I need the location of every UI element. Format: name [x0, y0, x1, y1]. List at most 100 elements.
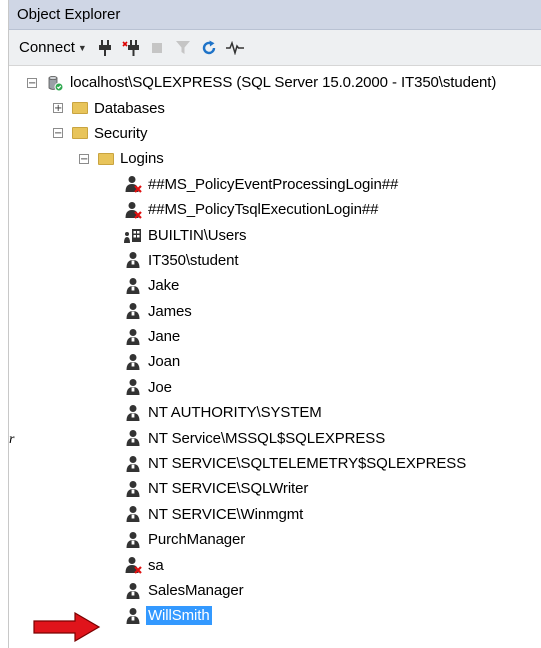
- login-label: ##MS_PolicyTsqlExecutionLogin##: [148, 201, 379, 219]
- tree-node-server[interactable]: − localhost\SQLEXPRESS (SQL Server 15.0.…: [9, 70, 541, 95]
- tree-node-security[interactable]: − Security: [9, 121, 541, 146]
- login-label: SalesManager: [148, 582, 244, 599]
- chevron-down-icon: ▼: [77, 42, 87, 53]
- login-label: IT350\student: [148, 251, 239, 269]
- filter-icon[interactable]: [171, 37, 195, 59]
- connect-plug-icon[interactable]: [93, 37, 117, 59]
- login-icon: [124, 302, 142, 320]
- login-label: Jake: [148, 277, 180, 295]
- login-label: sa: [148, 556, 164, 574]
- windows-group-login-icon: [124, 226, 142, 244]
- folder-icon: [72, 102, 88, 115]
- activity-monitor-icon[interactable]: [223, 37, 247, 59]
- databases-label: Databases: [94, 99, 165, 117]
- login-label: ##MS_PolicyEventProcessingLogin##: [148, 175, 399, 193]
- login-item[interactable]: sa: [9, 552, 541, 577]
- connect-button[interactable]: Connect ▼: [15, 37, 91, 58]
- login-icon: [124, 455, 142, 473]
- collapse-toggle-icon[interactable]: −: [53, 128, 63, 139]
- object-explorer-panel: Object Explorer Connect ▼ − localhost\SQ…: [8, 0, 541, 648]
- login-icon: [124, 328, 142, 346]
- login-label: NT SERVICE\SQLWriter: [148, 480, 309, 498]
- login-item[interactable]: Joe: [9, 375, 541, 400]
- login-icon: [124, 582, 142, 600]
- login-item[interactable]: PurchManager: [9, 527, 541, 552]
- login-item[interactable]: BUILTIN\Users: [9, 222, 541, 247]
- tree-node-databases[interactable]: + Databases: [9, 95, 541, 120]
- login-item[interactable]: NT SERVICE\SQLWriter: [9, 476, 541, 501]
- side-mark: r: [9, 432, 15, 447]
- login-disabled-icon: [124, 175, 142, 194]
- login-label: NT SERVICE\SQLTELEMETRY$SQLEXPRESS: [148, 455, 467, 473]
- login-item[interactable]: Joan: [9, 349, 541, 374]
- login-item[interactable]: Jane: [9, 324, 541, 349]
- server-icon: [46, 74, 64, 92]
- login-label: NT AUTHORITY\SYSTEM: [148, 404, 322, 422]
- stop-icon[interactable]: [145, 37, 169, 59]
- login-item[interactable]: NT Service\MSSQL$SQLEXPRESS: [9, 425, 541, 450]
- login-item[interactable]: James: [9, 299, 541, 324]
- expand-toggle-icon[interactable]: +: [53, 103, 63, 114]
- login-item[interactable]: ##MS_PolicyEventProcessingLogin##: [9, 172, 541, 197]
- login-item[interactable]: NT SERVICE\Winmgmt: [9, 502, 541, 527]
- login-item[interactable]: NT AUTHORITY\SYSTEM: [9, 400, 541, 425]
- login-icon: [124, 251, 142, 269]
- login-label: PurchManager: [148, 531, 246, 549]
- login-label: James: [148, 302, 192, 320]
- refresh-icon[interactable]: [197, 37, 221, 59]
- login-label: Jane: [148, 328, 181, 346]
- login-item[interactable]: NT SERVICE\SQLTELEMETRY$SQLEXPRESS: [9, 451, 541, 476]
- login-icon: [124, 505, 142, 523]
- login-disabled-icon: [124, 201, 142, 219]
- login-icon: [124, 404, 142, 422]
- server-label: localhost\SQLEXPRESS (SQL Server 15.0.20…: [70, 74, 497, 92]
- login-icon: [124, 531, 142, 549]
- login-icon: [124, 353, 142, 371]
- login-icon: [124, 378, 142, 396]
- object-explorer-toolbar: Connect ▼: [9, 30, 541, 66]
- object-explorer-titlebar: Object Explorer: [9, 0, 541, 30]
- login-item[interactable]: IT350\student: [9, 248, 541, 273]
- panel-title: Object Explorer: [17, 6, 121, 23]
- login-label: Joan: [148, 353, 181, 371]
- security-label: Security: [94, 124, 148, 142]
- object-explorer-tree: − localhost\SQLEXPRESS (SQL Server 15.0.…: [9, 70, 541, 629]
- logins-list: ##MS_PolicyEventProcessingLogin## ##MS_Po…: [9, 172, 541, 629]
- login-label: Joe: [148, 378, 172, 396]
- login-item[interactable]: Jake: [9, 273, 541, 298]
- login-icon: [124, 480, 142, 498]
- disconnect-icon[interactable]: [119, 37, 143, 59]
- login-label: NT Service\MSSQL$SQLEXPRESS: [148, 429, 386, 447]
- login-icon: [124, 429, 142, 447]
- login-item[interactable]: ##MS_PolicyTsqlExecutionLogin##: [9, 197, 541, 222]
- tree-node-logins[interactable]: − Logins: [9, 146, 541, 171]
- login-item[interactable]: SalesManager: [9, 578, 541, 603]
- collapse-toggle-icon[interactable]: −: [27, 77, 37, 88]
- login-disabled-icon: [124, 556, 142, 574]
- login-label: NT SERVICE\Winmgmt: [148, 505, 304, 523]
- login-label-selected: WillSmith: [146, 606, 212, 626]
- collapse-toggle-icon[interactable]: −: [79, 153, 89, 164]
- folder-icon: [72, 127, 88, 140]
- red-arrow-annotation: [33, 612, 101, 642]
- login-label: BUILTIN\Users: [148, 226, 247, 244]
- folder-icon: [98, 152, 114, 165]
